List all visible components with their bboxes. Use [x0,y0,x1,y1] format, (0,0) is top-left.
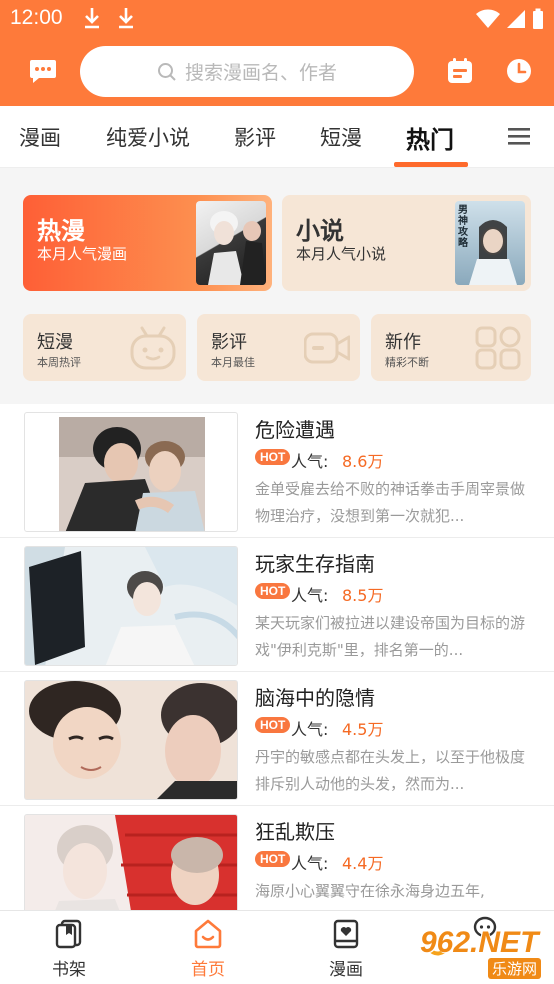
system-icons [476,8,544,30]
nav-label: 漫画 [329,960,363,980]
search-input[interactable]: 搜索漫画名、作者 [80,46,414,97]
category-tabs: 漫画 纯爱小说 影评 短漫 热门 [0,106,554,168]
card-title: 热漫 [37,217,85,245]
comic-title: 玩家生存指南 [255,552,375,576]
card-subtitle: 本周热评 [37,356,81,369]
bookshelf-icon [55,919,82,949]
nav-label: 首页 [191,960,225,980]
menu-icon[interactable] [508,126,530,146]
comic-description: 某天玩家们被拉进以建设帝国为目标的游戏"伊利克斯"里，排名第一的... [255,614,526,659]
wifi-icon [476,9,500,28]
nav-comics[interactable]: 漫画 [301,911,391,984]
hot-comics-cover [196,201,266,285]
active-tab-indicator [394,162,468,167]
video-camera-icon [304,332,350,364]
popularity-value: 4.5万 [342,720,384,739]
app-header: 12:00 搜索漫画名、作者 [0,0,554,106]
popularity-value: 8.5万 [342,586,384,605]
status-bar: 12:00 [0,0,554,38]
card-title: 新作 [385,332,421,353]
download-icon [119,8,133,29]
popularity-label: 人气: [291,854,329,873]
card-title: 短漫 [37,332,73,353]
list-item[interactable]: 玩家生存指南 HOT 人气: 8.5万 某天玩家们被拉进以建设帝国为目标的游戏"… [0,538,554,672]
list-item[interactable]: 危险遭遇 HOT 人气: 8.6万 金单受雇去给不败的神话拳击手周宰景做物理治疗… [0,404,554,538]
popularity-label: 人气: [291,720,329,739]
battery-icon [533,8,543,29]
tab-reviews[interactable]: 影评 [234,122,276,152]
popular-list: 危险遭遇 HOT 人气: 8.6万 金单受雇去给不败的神话拳击手周宰景做物理治疗… [0,404,554,940]
card-title: 影评 [211,332,247,353]
hot-badge: HOT [255,717,291,733]
comic-thumbnail [24,546,238,666]
grid-icon [475,326,521,370]
novel-cover-text: 男神攻略 [458,205,468,249]
popularity-label: 人气: [291,452,329,471]
short-comics-card[interactable]: 短漫 本周热评 [23,314,186,381]
hot-badge: HOT [255,583,291,599]
hot-novels-card[interactable]: 小说 本月人气小说 男神攻略 [282,195,531,291]
tab-popular[interactable]: 热门 [406,120,454,155]
card-title: 小说 [296,217,344,245]
comic-thumbnail [24,680,238,800]
hot-badge: HOT [255,851,291,867]
search-placeholder: 搜索漫画名、作者 [184,62,337,84]
hot-comics-card[interactable]: 热漫 本月人气漫画 [23,195,272,291]
comic-title: 危险遭遇 [255,418,335,442]
watermark-sub: 乐游网 [488,958,542,979]
hot-badge: HOT [255,449,291,465]
nav-home[interactable]: 首页 [163,911,253,984]
card-subtitle: 精彩不断 [385,356,429,369]
history-clock-icon[interactable] [500,52,538,90]
comic-title: 狂乱欺压 [255,820,335,844]
nav-label: 书架 [52,960,86,980]
status-time: 12:00 [10,6,63,29]
comic-description: 金单受雇去给不败的神话拳击手周宰景做物理治疗，没想到第一次就犯... [255,480,526,525]
comic-description: 丹宇的敏感点都在头发上，以至于他极度排斥别人动他的头发，然而为... [255,748,526,793]
comic-thumbnail [24,412,238,532]
reviews-card[interactable]: 影评 本月最佳 [197,314,360,381]
popularity-value: 8.6万 [342,452,384,471]
signal-icon [507,10,525,28]
download-icon [85,8,99,29]
search-icon [157,62,176,81]
comic-title: 脑海中的隐情 [255,686,375,710]
tab-short-comics[interactable]: 短漫 [320,122,362,152]
watermark-text: 962.NET [420,926,539,959]
card-subtitle: 本月最佳 [211,356,255,369]
tab-romance-novels[interactable]: 纯爱小说 [106,122,190,152]
calendar-icon[interactable] [441,52,479,90]
list-item[interactable]: 脑海中的隐情 HOT 人气: 4.5万 丹宇的敏感点都在头发上，以至于他极度排斥… [0,672,554,806]
new-works-card[interactable]: 新作 精彩不断 [371,314,531,381]
card-subtitle: 本月人气小说 [296,245,387,263]
site-watermark: 962.NET 乐游网 [414,918,554,980]
home-icon [194,919,222,949]
message-icon[interactable] [24,52,62,90]
robot-face-icon [130,326,176,370]
comic-book-icon [333,919,359,949]
hot-novels-cover: 男神攻略 [455,201,525,285]
nav-bookshelf[interactable]: 书架 [24,911,114,984]
popularity-value: 4.4万 [342,854,384,873]
card-subtitle: 本月人气漫画 [37,245,128,263]
tab-comics[interactable]: 漫画 [19,122,61,152]
popularity-label: 人气: [291,586,329,605]
